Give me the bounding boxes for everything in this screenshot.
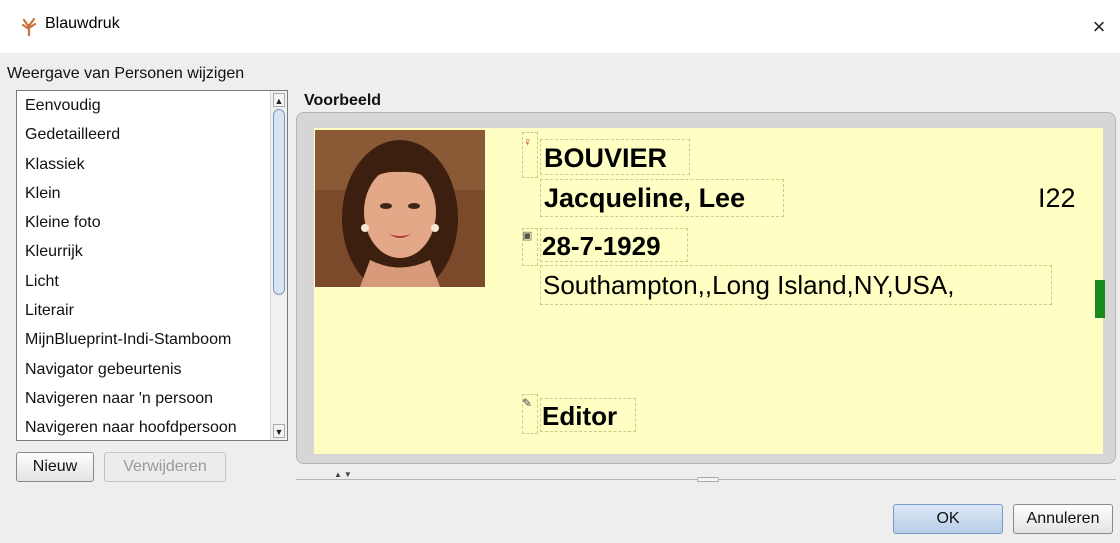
list-item[interactable]: Kleurrijk	[17, 237, 270, 266]
list-item[interactable]: Eenvoudig	[17, 91, 270, 120]
person-given-names: Jacqueline, Lee	[544, 183, 746, 213]
birth-icon: ▣	[522, 230, 533, 242]
person-surname: BOUVIER	[544, 143, 668, 173]
layout-list[interactable]: Eenvoudig Gedetailleerd Klassiek Klein K…	[16, 90, 288, 441]
title-bar: Blauwdruk ×	[0, 0, 1120, 53]
list-item[interactable]: Klein	[17, 179, 270, 208]
app-tree-icon	[21, 17, 37, 36]
remove-button: Verwijderen	[104, 452, 226, 482]
preview-label: Voorbeeld	[304, 92, 382, 109]
cancel-button[interactable]: Annuleren	[1013, 504, 1113, 534]
list-item[interactable]: Navigeren naar 'n persoon	[17, 384, 270, 413]
scroll-up-icon[interactable]: ▲	[273, 93, 285, 107]
person-id: I22	[1038, 183, 1076, 213]
close-button[interactable]: ×	[1082, 10, 1116, 44]
person-card: ♀ ▣ ✎ BOUVIER Jacqueline, Lee I22 28-7-1…	[314, 128, 1105, 454]
new-button[interactable]: Nieuw	[16, 452, 94, 482]
list-item[interactable]: Navigator gebeurtenis	[17, 355, 270, 384]
list-item[interactable]: Literair	[17, 296, 270, 325]
section-label: Weergave van Personen wijzigen	[7, 65, 245, 82]
portrait-image	[315, 130, 485, 287]
birth-place: Southampton,,Long Island,NY,USA,	[543, 270, 955, 300]
scroll-thumb[interactable]	[273, 109, 285, 295]
editor-label: Editor	[542, 401, 618, 431]
list-item[interactable]: Navigeren naar hoofdpersoon	[17, 413, 270, 440]
list-item[interactable]: MijnBlueprint-Indi-Stamboom	[17, 325, 270, 354]
list-scrollbar[interactable]: ▲ ▼	[270, 91, 287, 440]
portrait-photo	[315, 130, 485, 287]
layout-list-items: Eenvoudig Gedetailleerd Klassiek Klein K…	[17, 91, 270, 440]
dialog-content: Weergave van Personen wijzigen Eenvoudig…	[0, 53, 1120, 543]
splitter-handle[interactable]	[697, 477, 719, 482]
list-item[interactable]: Licht	[17, 267, 270, 296]
list-item[interactable]: Klassiek	[17, 150, 270, 179]
birth-date: 28-7-1929	[542, 231, 661, 261]
list-item[interactable]: Kleine foto	[17, 208, 270, 237]
status-marker	[1095, 280, 1105, 318]
window-title: Blauwdruk	[45, 15, 120, 32]
list-item[interactable]: Gedetailleerd	[17, 120, 270, 149]
splitter-arrows-icon[interactable]: ▲▼	[334, 470, 354, 479]
female-icon: ♀	[523, 135, 532, 149]
editor-pen-icon: ✎	[522, 396, 533, 410]
ok-button[interactable]: OK	[893, 504, 1003, 534]
scroll-down-icon[interactable]: ▼	[273, 424, 285, 438]
